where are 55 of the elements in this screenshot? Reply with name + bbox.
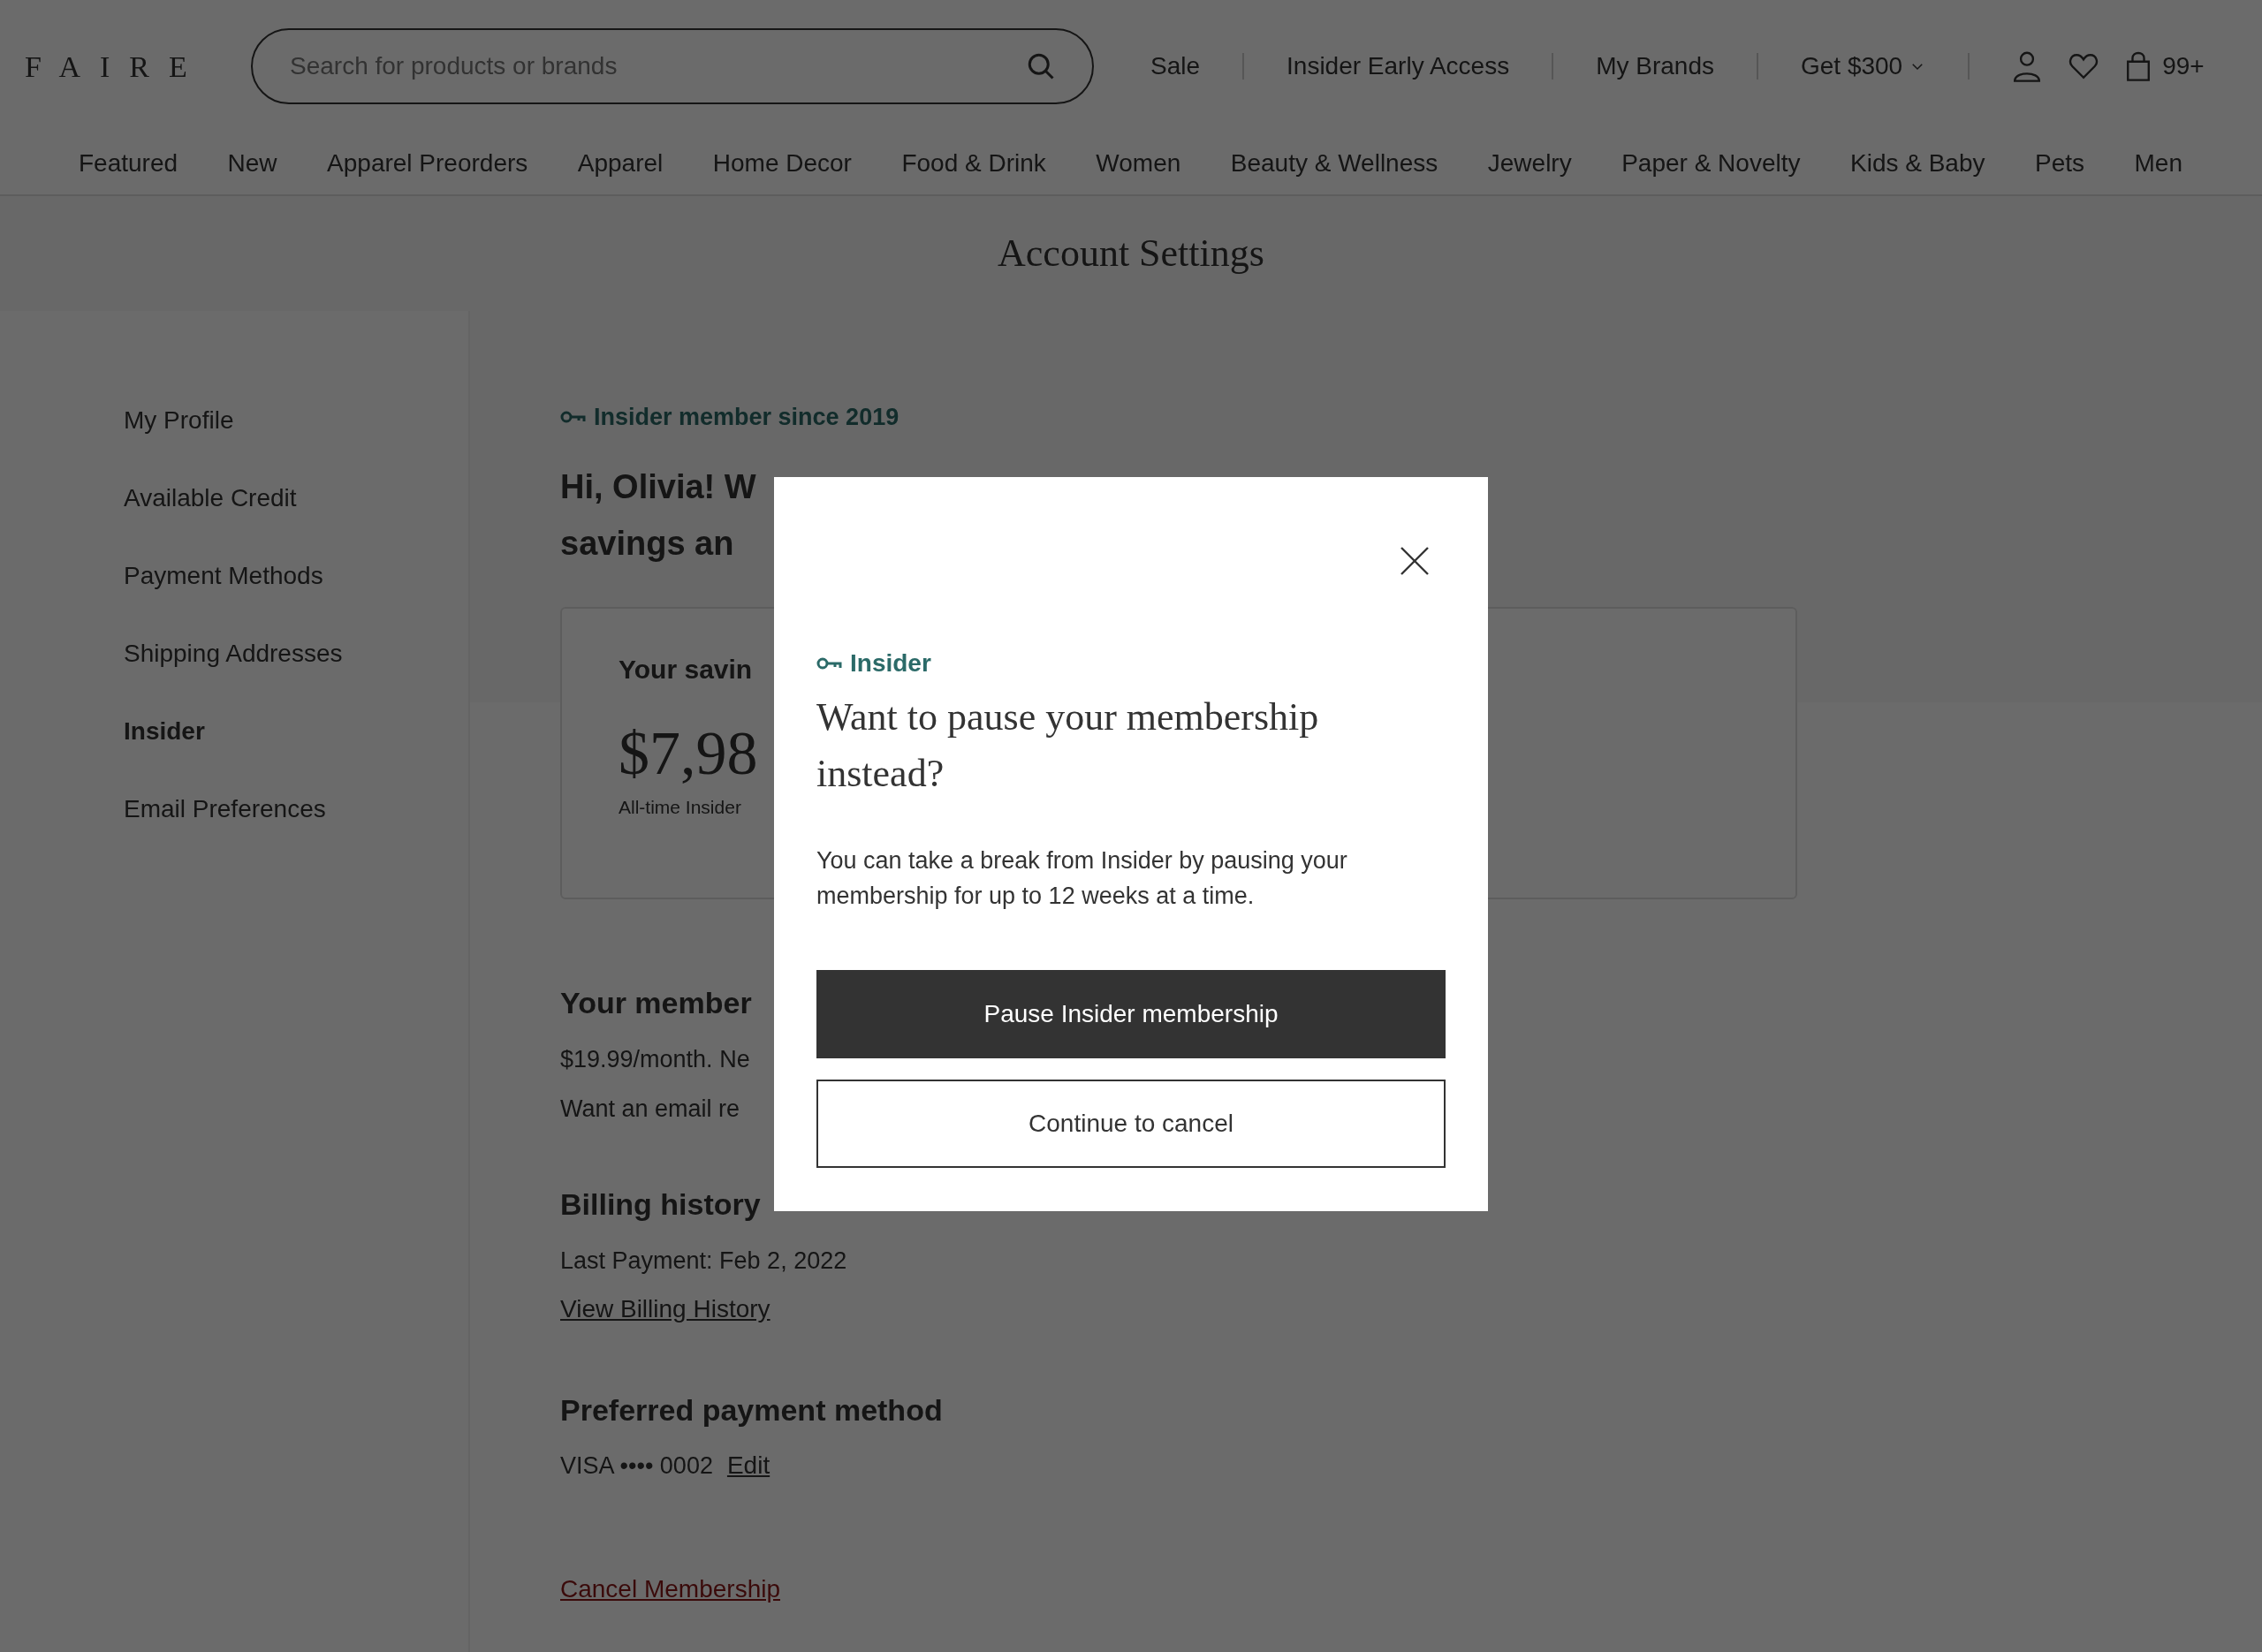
user-icon[interactable] [2012, 50, 2043, 82]
greeting-text: Hi, Olivia! W [560, 466, 756, 507]
membership-text: $19.99/month. Ne [560, 1044, 750, 1074]
billing-history-link[interactable]: View Billing History [560, 1295, 770, 1322]
cart-count[interactable]: 99+ [2162, 48, 2205, 85]
nav-link[interactable]: Insider Early Access [1287, 48, 1510, 85]
section-title: Your member [560, 984, 752, 1021]
nav-link[interactable]: My Brands [1596, 48, 1714, 85]
category-link[interactable]: Apparel Preorders [327, 145, 528, 182]
nav-link[interactable]: Get $300 [1801, 48, 1926, 85]
category-link[interactable]: Pets [2035, 145, 2085, 182]
category-link[interactable]: New [227, 145, 277, 182]
sidebar-item[interactable]: Shipping Addresses [124, 615, 468, 693]
category-link[interactable]: Beauty & Wellness [1230, 145, 1438, 182]
category-link[interactable]: Apparel [577, 145, 664, 182]
search-field[interactable]: Search for products or brands [251, 28, 1094, 104]
category-link[interactable]: Paper & Novelty [1621, 145, 1801, 182]
sidebar-item[interactable]: Payment Methods [124, 537, 468, 615]
shopping-bag-icon[interactable] [2125, 51, 2152, 81]
pause-membership-button[interactable]: Pause Insider membership [816, 970, 1446, 1058]
category-link[interactable]: Men [2134, 145, 2182, 182]
category-link[interactable]: Jewelry [1487, 145, 1572, 182]
modal-text: You can take a break from Insider by pausing your membership for up to 12 weeks at a time. [816, 846, 1348, 911]
card-title: Your savin [619, 653, 753, 686]
heart-icon[interactable] [2068, 52, 2099, 80]
category-link[interactable]: Kids & Baby [1850, 145, 1985, 182]
savings-caption: All-time Insider [619, 795, 741, 819]
category-link[interactable]: Women [1096, 145, 1181, 182]
close-icon [1400, 546, 1430, 576]
page-title: Account Settings [998, 230, 1264, 277]
card-number-text: VISA •••• 0002 [560, 1451, 713, 1481]
membership-text: Want an email re [560, 1095, 740, 1124]
edit-link[interactable]: Edit [726, 1447, 770, 1484]
modal-title: Want to pause your membership instead? [816, 694, 1320, 797]
sidebar-item[interactable]: My Profile [124, 382, 468, 459]
cancel-membership-link[interactable]: Cancel Membership [560, 1575, 780, 1603]
category-link[interactable]: Food & Drink [901, 145, 1046, 182]
key-icon [816, 655, 843, 671]
category-link[interactable]: Featured [79, 145, 178, 182]
search-input[interactable]: Search for products or brands [288, 47, 1025, 86]
close-button[interactable] [1400, 546, 1430, 576]
category-link[interactable]: Home Decor [712, 145, 852, 182]
sidebar-item[interactable]: Available Credit [124, 459, 468, 537]
greeting-text: savings an [560, 523, 734, 564]
continue-cancel-button[interactable]: Continue to cancel [816, 1080, 1446, 1168]
savings-amount: $7,98 [619, 722, 758, 784]
last-payment-text: Last Payment: Feb 2, 2022 [560, 1246, 847, 1276]
sidebar-item[interactable]: Insider [124, 693, 468, 770]
sidebar-item[interactable]: Email Preferences [124, 770, 468, 848]
logo[interactable]: FAIRE [25, 43, 237, 89]
nav-link[interactable]: Sale [1150, 48, 1201, 85]
insider-label: Insider [850, 648, 931, 678]
section-title: Billing history [560, 1186, 761, 1223]
member-since-label: Insider member since 2019 [594, 403, 899, 432]
section-title: Preferred payment method [560, 1392, 943, 1428]
